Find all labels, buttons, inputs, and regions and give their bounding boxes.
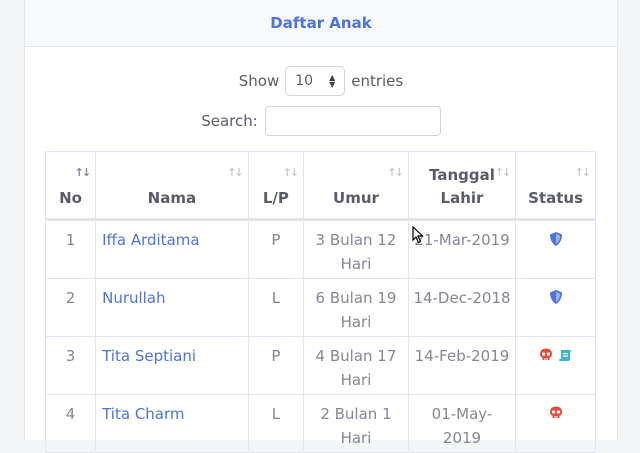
column-header-lp[interactable]: ↑↓ L/P [247,151,305,221]
column-header-status[interactable]: ↑↓ Status [515,151,596,221]
cell-no: 2 [44,278,97,337]
cell-no: 4 [44,394,97,453]
table-row: 3 Tita Septiani P 4 Bulan 17 Hari 14-Feb-201… [44,336,596,395]
cell-gender: P [247,336,305,395]
sort-icon: ↑↓ [387,166,404,179]
cell-age: 3 Bulan 12 Hari [303,219,409,279]
column-header-tanggal-lahir[interactable]: ↑↓ Tanggal Lahir [407,151,517,221]
sort-icon: ↑↓ [494,166,512,179]
card-header: Daftar Anak [25,0,617,47]
cell-age: 6 Bulan 19 Hari [303,278,409,337]
skull-icon [538,346,554,370]
card-title: Daftar Anak [270,14,372,32]
table-row: 4 Tita Charm L 2 Bulan 1 Hari 01-May-2019 [44,394,596,453]
search-label: Search: [201,112,258,130]
children-table: ↑↓ No ↑↓ Nama ↑↓ L/P ↑↓ Umur ↑↓ Tanggal … [44,151,596,453]
cell-birth-date: 14-Feb-2019 [407,336,517,395]
cell-status [515,336,596,395]
cell-no: 3 [44,336,97,395]
cell-age: 2 Bulan 1 Hari [303,394,409,453]
cell-birth-date: 21-Mar-2019 [407,219,517,279]
cell-birth-date: 14-Dec-2018 [407,278,517,337]
cell-gender: P [247,219,305,279]
skull-icon [548,404,564,428]
show-label: Show [238,72,280,90]
child-name-link[interactable]: Tita Charm [95,394,249,453]
cell-no: 1 [44,219,97,279]
search-input[interactable] [264,106,441,136]
shield-icon [548,230,564,254]
child-name-link[interactable]: Nurullah [95,278,249,337]
cell-birth-date: 01-May-2019 [407,394,517,453]
cell-status [515,394,596,453]
cell-status [515,219,596,279]
table-row: 1 Iffa Arditama P 3 Bulan 12 Hari 21-Mar-201… [44,219,596,279]
entries-length-control: Show 10 ▲ ▼ entries [25,66,617,96]
search-control: Search: [25,106,617,136]
column-header-umur[interactable]: ↑↓ Umur [303,151,409,221]
sort-icon: ↑↓ [227,166,244,179]
cell-status [515,278,596,337]
cell-age: 4 Bulan 17 Hari [303,336,409,395]
sort-icon: ↑↓ [282,166,300,179]
child-name-link[interactable]: Tita Septiani [95,336,249,395]
entries-label: entries [351,72,404,90]
table-row: 2 Nurullah L 6 Bulan 19 Hari 14-Dec-2018 [44,278,596,337]
sort-icon: ↑↓ [74,166,92,179]
sort-icon: ↑↓ [574,166,592,179]
cell-gender: L [247,394,305,453]
column-header-no[interactable]: ↑↓ No [44,151,97,221]
table-header-row: ↑↓ No ↑↓ Nama ↑↓ L/P ↑↓ Umur ↑↓ Tanggal … [44,151,596,221]
scroll-icon [557,346,573,370]
shield-icon [548,288,564,312]
entries-select[interactable]: 10 ▲ ▼ [285,66,346,96]
cell-gender: L [247,278,305,337]
column-header-nama[interactable]: ↑↓ Nama [95,151,249,221]
children-card: Daftar Anak Show 10 ▲ ▼ entries Search: ↑… [24,0,618,453]
mouse-cursor-icon [412,226,424,244]
select-arrows-icon: ▲ ▼ [329,73,336,89]
child-name-link[interactable]: Iffa Arditama [95,219,249,279]
entries-select-value: 10 [295,73,314,89]
